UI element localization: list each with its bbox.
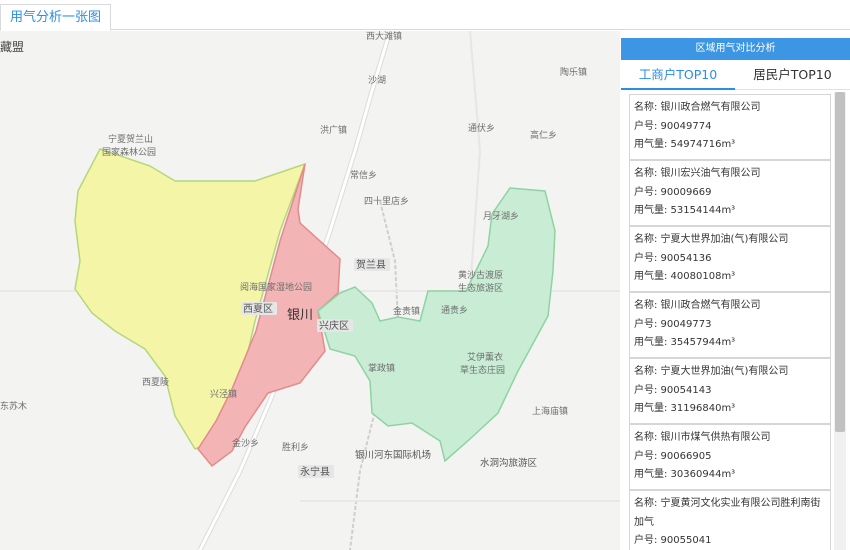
map-canvas: 藏盟 西大滩镇 沙湖 陶乐镇 宁夏贺兰山 国家森林公园 洪广镇 通伏乡 高仁乡 …	[0, 31, 620, 550]
item-account: 户号: 90054143	[634, 384, 712, 396]
map-label-xingjing: 兴泾镇	[210, 388, 237, 400]
map-label-huangsha-1: 黄沙古渡原	[458, 269, 503, 281]
map-label-corner: 藏盟	[0, 40, 24, 54]
map-view[interactable]: 藏盟 西大滩镇 沙湖 陶乐镇 宁夏贺兰山 国家森林公园 洪广镇 通伏乡 高仁乡 …	[0, 31, 620, 550]
map-label-jinsha: 金沙乡	[232, 437, 259, 449]
map-label-tongfu: 通伏乡	[468, 122, 495, 134]
item-name: 名称: 银川政合燃气有限公司	[634, 300, 761, 311]
map-label-taole: 陶乐镇	[560, 66, 587, 78]
map-label-shuidonggou: 水洞沟旅游区	[480, 457, 538, 469]
map-label-tonggui: 通贵乡	[441, 304, 468, 316]
item-usage: 用气量: 40080108m³	[634, 271, 736, 282]
map-label-gaoren: 高仁乡	[530, 129, 557, 141]
map-label-helanxian: 贺兰县	[356, 258, 386, 271]
top10-list[interactable]: 名称: 银川政合燃气有限公司 户号: 90049774 用气量: 5497471…	[621, 92, 850, 550]
map-label-helan-park-1: 宁夏贺兰山	[108, 133, 153, 145]
region-xingqing	[317, 187, 556, 463]
item-usage: 用气量: 35457944m³	[634, 337, 736, 348]
item-name: 名称: 银川政合燃气有限公司	[634, 102, 761, 113]
map-label-xingqing: 兴庆区	[319, 319, 349, 332]
map-label-honggang: 洪广镇	[320, 124, 347, 136]
tab-residential-top10[interactable]: 居民户TOP10	[735, 60, 850, 90]
map-label-sishilidian: 四十里店乡	[364, 195, 409, 207]
list-item[interactable]: 名称: 银川政合燃气有限公司 户号: 90049773 用气量: 3545794…	[629, 292, 831, 358]
item-usage: 用气量: 30360944m³	[634, 469, 736, 480]
panel-title: 区域用气对比分析	[621, 38, 850, 60]
list-item[interactable]: 名称: 银川政合燃气有限公司 户号: 90049774 用气量: 5497471…	[629, 94, 831, 160]
map-label-xixia: 西夏区	[243, 303, 273, 315]
map-label-shengli: 胜利乡	[282, 441, 309, 453]
item-account: 户号: 90009669	[634, 186, 712, 198]
map-label-yinchuan: 银川	[287, 308, 313, 323]
map-label-zhangzheng: 掌政镇	[368, 362, 395, 374]
map-label-dongsu: 东苏木	[0, 400, 27, 412]
map-label-xixialing: 西夏陵	[142, 377, 169, 388]
tab-commercial-top10[interactable]: 工商户TOP10	[621, 60, 735, 90]
map-label-huangsha-2: 生态旅游区	[458, 282, 503, 294]
item-name: 名称: 银川市煤气供热有限公司	[634, 432, 771, 443]
map-label-helan-park-2: 国家森林公园	[102, 146, 156, 158]
item-usage: 用气量: 53154144m³	[634, 205, 736, 216]
map-label-shanghaimiao: 上海庙镇	[532, 405, 568, 417]
active-tab-indicator	[621, 88, 735, 90]
item-account: 户号: 90049774	[634, 120, 712, 132]
list-item[interactable]: 名称: 宁夏黄河文化实业有限公司胜利南街加气 户号: 90055041	[629, 490, 831, 550]
item-account: 户号: 90049773	[634, 318, 712, 330]
item-name: 名称: 银川宏兴油气有限公司	[634, 168, 761, 179]
map-label-xidatan: 西大滩镇	[366, 31, 402, 42]
list-item[interactable]: 名称: 宁夏大世界加油(气)有限公司 户号: 90054136 用气量: 400…	[629, 226, 831, 292]
item-name: 名称: 宁夏大世界加油(气)有限公司	[634, 234, 789, 245]
region-gas-panel: 区域用气对比分析 工商户TOP10 居民户TOP10 名称: 银川政合燃气有限公…	[621, 38, 850, 550]
item-account: 户号: 90055041	[634, 535, 712, 546]
map-label-changxin: 常信乡	[350, 169, 377, 181]
map-label-yongning: 永宁县	[300, 465, 330, 478]
list-item[interactable]: 名称: 银川宏兴油气有限公司 户号: 90009669 用气量: 5315414…	[629, 160, 831, 226]
map-label-yueyahu: 月牙湖乡	[483, 211, 519, 222]
item-usage: 用气量: 54974716m³	[634, 139, 736, 150]
top-tab-bar: 用气分析一张图	[0, 0, 850, 31]
item-usage: 用气量: 31196840m³	[634, 403, 736, 414]
map-label-shahu: 沙湖	[368, 75, 386, 86]
map-label-yuehai: 阅海国家湿地公园	[240, 281, 312, 293]
map-label-airport: 银川河东国际机场	[355, 449, 431, 461]
tab-gas-analysis-map[interactable]: 用气分析一张图	[0, 4, 111, 31]
panel-tabs: 工商户TOP10 居民户TOP10	[621, 60, 850, 90]
item-name: 名称: 宁夏大世界加油(气)有限公司	[634, 366, 789, 377]
list-item[interactable]: 名称: 银川市煤气供热有限公司 户号: 90066905 用气量: 303609…	[629, 424, 831, 490]
map-label-jingui: 金贵镇	[393, 305, 420, 317]
item-name: 名称: 宁夏黄河文化实业有限公司胜利南街加气	[634, 498, 821, 528]
item-account: 户号: 90066905	[634, 450, 712, 462]
item-account: 户号: 90054136	[634, 252, 712, 264]
list-item[interactable]: 名称: 宁夏大世界加油(气)有限公司 户号: 90054143 用气量: 311…	[629, 358, 831, 424]
map-label-aiyi-2: 草生态庄园	[460, 364, 505, 376]
map-label-aiyi-1: 艾伊薰衣	[467, 351, 503, 363]
list-scrollbar-thumb[interactable]	[835, 92, 845, 432]
